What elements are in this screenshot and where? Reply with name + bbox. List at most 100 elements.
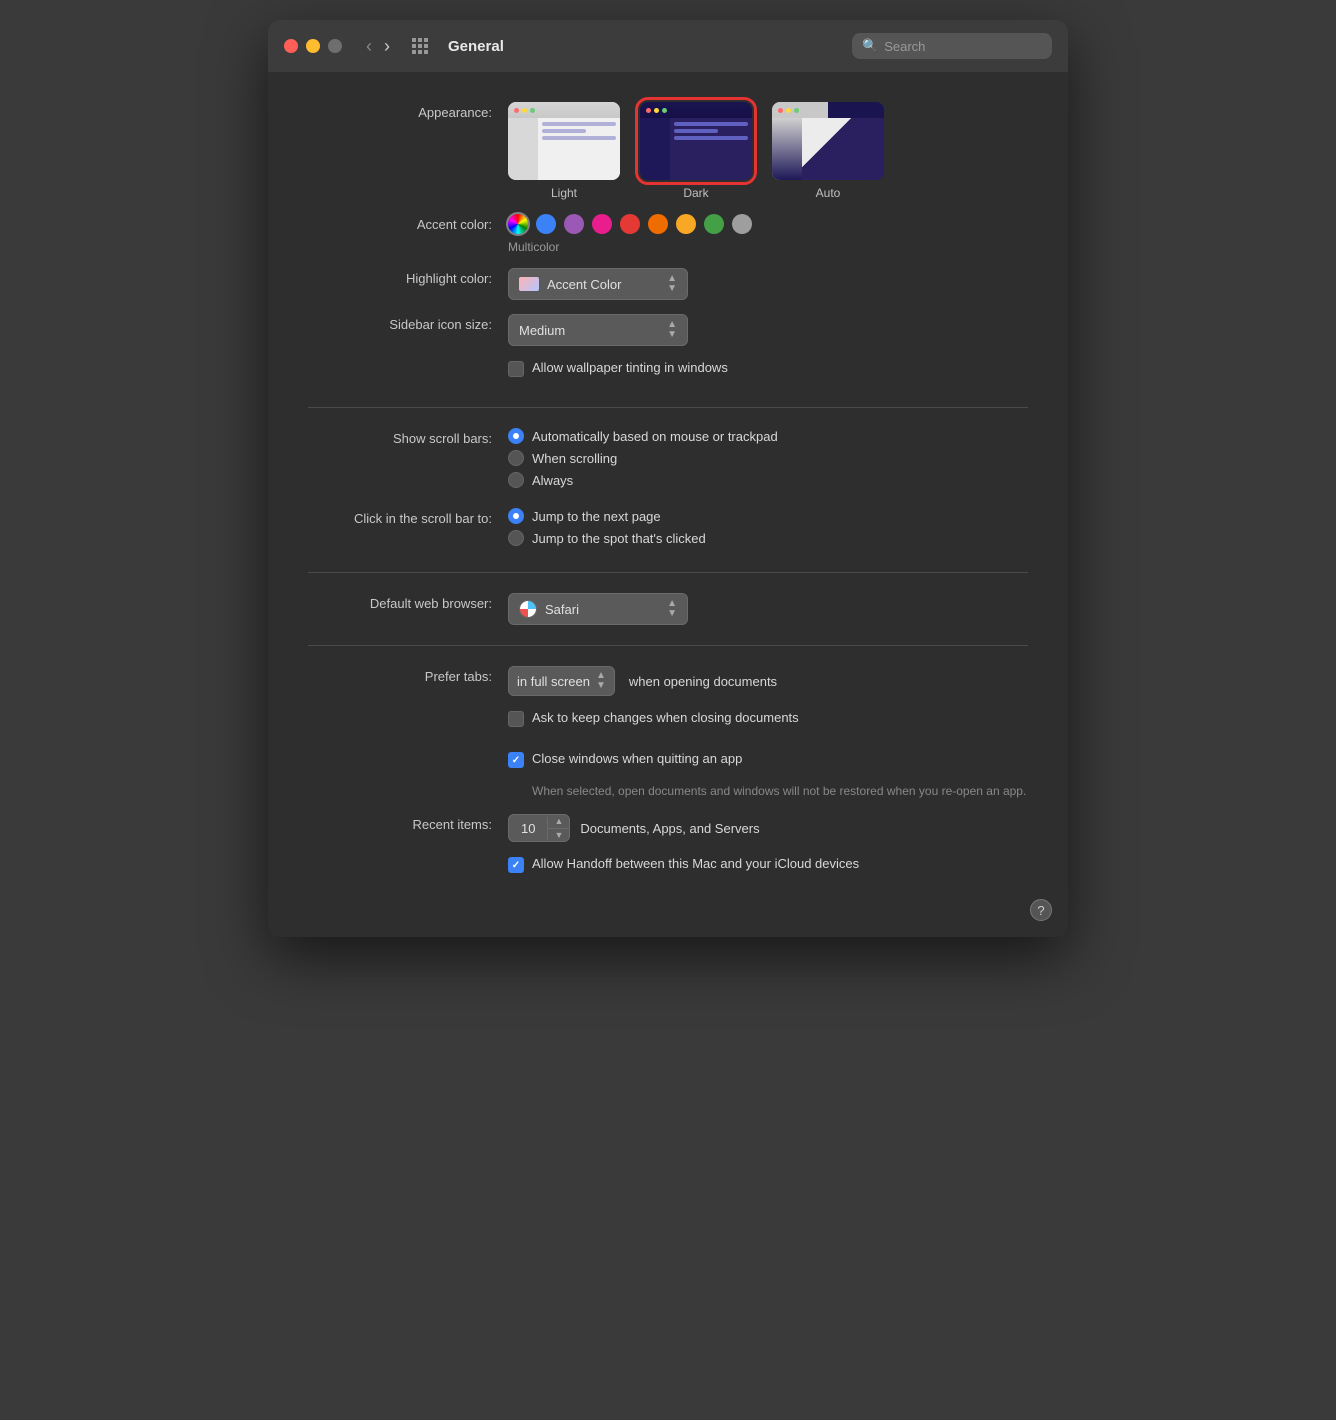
- divider-2: [308, 572, 1028, 573]
- click-scroll-control: Jump to the next page Jump to the spot t…: [508, 508, 706, 552]
- forward-button[interactable]: ›: [380, 35, 394, 57]
- prefer-tabs-control: in full screen ▲ ▼ when opening document…: [508, 666, 777, 696]
- appearance-light[interactable]: Light: [508, 102, 620, 200]
- recent-items-row: Recent items: 10 ▲ ▼ Documents, Apps, an…: [308, 814, 1028, 843]
- accent-orange-dot[interactable]: [648, 214, 668, 234]
- search-icon: 🔍: [862, 38, 878, 54]
- accent-color-row: Accent color: Multicolor: [308, 214, 1028, 254]
- appearance-thumb-auto: [772, 102, 884, 180]
- click-scroll-row: Click in the scroll bar to: Jump to the …: [308, 508, 1028, 552]
- titlebar: ‹ › General 🔍: [268, 20, 1068, 72]
- scroll-bars-control: Automatically based on mouse or trackpad…: [508, 428, 778, 494]
- prefer-tabs-row: Prefer tabs: in full screen ▲ ▼ when ope…: [308, 666, 1028, 696]
- search-bar[interactable]: 🔍: [852, 33, 1052, 59]
- safari-icon: [519, 600, 537, 618]
- accent-red-dot[interactable]: [620, 214, 640, 234]
- window-title: General: [448, 38, 504, 55]
- accent-purple-dot[interactable]: [564, 214, 584, 234]
- wallpaper-tinting-label: Allow wallpaper tinting in windows: [532, 360, 728, 375]
- default-browser-control: Safari ▲ ▼: [508, 593, 688, 625]
- prefer-tabs-after-text: when opening documents: [629, 674, 777, 689]
- scroll-scrolling-radio[interactable]: [508, 450, 524, 466]
- highlight-color-select[interactable]: Accent Color ▲ ▼: [508, 268, 688, 300]
- close-windows-checkbox[interactable]: [508, 752, 524, 768]
- settings-content: Appearance:: [268, 72, 1068, 937]
- wallpaper-checkbox-row: Allow wallpaper tinting in windows: [508, 360, 728, 377]
- accent-graphite-dot[interactable]: [732, 214, 752, 234]
- handoff-control: Allow Handoff between this Mac and your …: [508, 856, 859, 883]
- highlight-color-label: Highlight color:: [308, 268, 508, 286]
- prefer-tabs-value: in full screen: [517, 674, 590, 689]
- default-browser-label: Default web browser:: [308, 593, 508, 611]
- scroll-bars-label: Show scroll bars:: [308, 428, 508, 446]
- close-windows-row: Close windows when quitting an app When …: [308, 751, 1028, 800]
- sidebar-icon-size-control: Medium ▲ ▼: [508, 314, 688, 346]
- scroll-auto-label: Automatically based on mouse or trackpad: [532, 429, 778, 444]
- prefer-tabs-select[interactable]: in full screen ▲ ▼: [508, 666, 615, 696]
- help-button[interactable]: ?: [1030, 899, 1052, 921]
- accent-multicolor-dot[interactable]: [508, 214, 528, 234]
- stepper-up-button[interactable]: ▲: [548, 815, 569, 829]
- close-windows-control: Close windows when quitting an app When …: [508, 751, 1026, 800]
- default-browser-select[interactable]: Safari ▲ ▼: [508, 593, 688, 625]
- appearance-auto[interactable]: Auto: [772, 102, 884, 200]
- appearance-row: Appearance:: [308, 102, 1028, 200]
- click-next-page-label: Jump to the next page: [532, 509, 661, 524]
- recent-items-label: Recent items:: [308, 814, 508, 832]
- click-spot-radio[interactable]: [508, 530, 524, 546]
- stepper-buttons: ▲ ▼: [548, 815, 569, 842]
- close-windows-label: Close windows when quitting an app: [532, 751, 742, 766]
- multicolor-label: Multicolor: [508, 240, 559, 254]
- wallpaper-tinting-checkbox[interactable]: [508, 361, 524, 377]
- appearance-dark[interactable]: Dark: [640, 102, 752, 200]
- recent-items-stepper[interactable]: 10 ▲ ▼: [508, 814, 570, 843]
- wallpaper-tinting-row: Allow wallpaper tinting in windows: [308, 360, 1028, 387]
- apps-grid-icon[interactable]: [412, 38, 428, 54]
- search-input[interactable]: [884, 39, 1042, 54]
- click-spot-row: Jump to the spot that's clicked: [508, 530, 706, 546]
- click-scroll-label: Click in the scroll bar to:: [308, 508, 508, 526]
- handoff-row: Allow Handoff between this Mac and your …: [308, 856, 1028, 883]
- close-button[interactable]: [284, 39, 298, 53]
- handoff-checkbox[interactable]: [508, 857, 524, 873]
- handoff-checkbox-row: Allow Handoff between this Mac and your …: [508, 856, 859, 873]
- nav-buttons: ‹ ›: [362, 35, 394, 57]
- prefer-tabs-arrows: ▲ ▼: [596, 671, 606, 691]
- close-windows-spacer: [308, 751, 508, 754]
- close-windows-checkbox-row: Close windows when quitting an app: [508, 751, 742, 768]
- scroll-auto-radio[interactable]: [508, 428, 524, 444]
- maximize-button[interactable]: [328, 39, 342, 53]
- ask-keep-changes-label: Ask to keep changes when closing documen…: [532, 710, 799, 725]
- divider-3: [308, 645, 1028, 646]
- accent-green-dot[interactable]: [704, 214, 724, 234]
- scroll-always-row: Always: [508, 472, 573, 488]
- ask-keep-changes-checkbox-row: Ask to keep changes when closing documen…: [508, 710, 799, 727]
- appearance-label: Appearance:: [308, 102, 508, 120]
- highlight-color-row: Highlight color: Accent Color ▲ ▼: [308, 268, 1028, 300]
- sidebar-icon-size-select[interactable]: Medium ▲ ▼: [508, 314, 688, 346]
- click-spot-label: Jump to the spot that's clicked: [532, 531, 706, 546]
- appearance-light-label: Light: [551, 186, 577, 200]
- click-next-page-radio[interactable]: [508, 508, 524, 524]
- back-button[interactable]: ‹: [362, 35, 376, 57]
- appearance-thumb-light: [508, 102, 620, 180]
- stepper-down-button[interactable]: ▼: [548, 829, 569, 842]
- minimize-button[interactable]: [306, 39, 320, 53]
- scroll-always-radio[interactable]: [508, 472, 524, 488]
- recent-items-control: 10 ▲ ▼ Documents, Apps, and Servers: [508, 814, 760, 843]
- ask-keep-changes-control: Ask to keep changes when closing documen…: [508, 710, 799, 737]
- wallpaper-tinting-control: Allow wallpaper tinting in windows: [508, 360, 728, 387]
- sidebar-icon-size-row: Sidebar icon size: Medium ▲ ▼: [308, 314, 1028, 346]
- scroll-auto-row: Automatically based on mouse or trackpad: [508, 428, 778, 444]
- highlight-color-arrows: ▲ ▼: [667, 274, 677, 294]
- accent-blue-dot[interactable]: [536, 214, 556, 234]
- default-browser-value: Safari: [545, 602, 659, 617]
- highlight-color-control: Accent Color ▲ ▼: [508, 268, 688, 300]
- accent-yellow-dot[interactable]: [676, 214, 696, 234]
- appearance-control: Light: [508, 102, 884, 200]
- accent-color-label: Accent color:: [308, 214, 508, 232]
- accent-pink-dot[interactable]: [592, 214, 612, 234]
- handoff-spacer: [308, 856, 508, 859]
- highlight-color-icon: [519, 277, 539, 291]
- ask-keep-changes-checkbox[interactable]: [508, 711, 524, 727]
